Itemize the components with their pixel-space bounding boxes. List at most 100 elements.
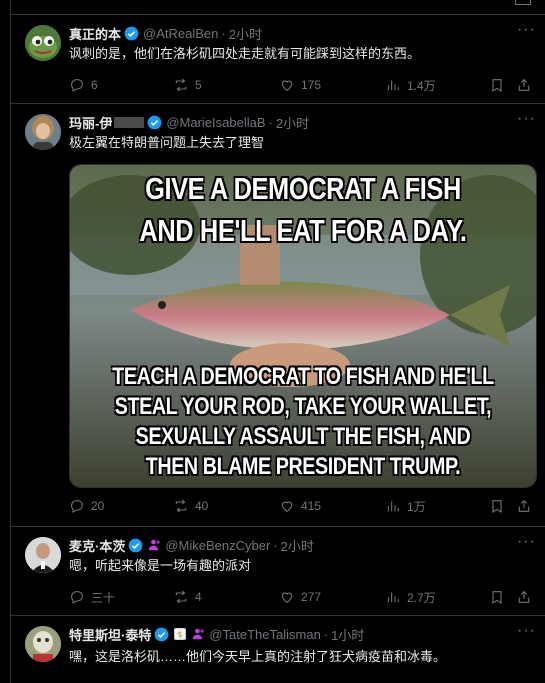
repost-button[interactable]: 40 <box>173 496 208 516</box>
repost-count: 5 <box>195 78 202 92</box>
post-text: 极左翼在特朗普问题上失去了理智 <box>69 135 265 150</box>
bookmark-button[interactable] <box>489 496 505 516</box>
post-header: 玛丽-伊 @MarieIsabellaB · 2小时 <box>69 113 310 132</box>
bookmark-icon <box>492 500 502 513</box>
views-count: 1.4万 <box>407 78 436 93</box>
timeline-column: 真正的本 @AtRealBen · 2小时 ··· 讽刺的是，他们在洛杉矶四处走… <box>10 0 545 683</box>
verified-badge-icon <box>124 26 139 40</box>
reply-count: 三十 <box>91 590 116 605</box>
avatar[interactable] <box>25 626 61 662</box>
reply-count: 6 <box>91 78 98 92</box>
meme-line-5: SEXUALLY ASSAULT THE FISH, AND <box>135 423 471 450</box>
post-1[interactable]: 真正的本 @AtRealBen · 2小时 ··· 讽刺的是，他们在洛杉矶四处走… <box>11 15 545 103</box>
display-name[interactable]: 真正的本 <box>69 24 121 43</box>
heart-icon <box>281 80 293 91</box>
handle[interactable]: @MarieIsabellaB <box>166 115 265 130</box>
handle[interactable]: @TateTheTalisman <box>209 627 320 642</box>
more-options-icon[interactable]: ··· <box>517 623 535 644</box>
timestamp[interactable]: 2小时 <box>281 536 314 555</box>
like-button[interactable]: 175 <box>279 75 321 95</box>
post-header: 真正的本 @AtRealBen · 2小时 <box>69 24 262 43</box>
post-text: 讽刺的是，他们在洛杉矶四处走走就有可能踩到这样的东西。 <box>69 46 421 61</box>
previous-post-actions <box>11 0 545 14</box>
reply-count: 20 <box>91 499 105 513</box>
post-header: 特里斯坦·泰特 $ @TateTheTalisman · 1小时 <box>69 625 365 644</box>
meme-line-1: GIVE A DEMOCRAT A FISH <box>145 171 461 206</box>
bookmark-icon <box>492 79 502 92</box>
verified-badge-icon <box>128 538 143 552</box>
bookmark-button[interactable] <box>489 75 505 95</box>
repost-icon <box>175 78 187 92</box>
avatar[interactable] <box>25 537 61 573</box>
timestamp[interactable]: 1小时 <box>331 625 364 644</box>
views-count: 1万 <box>407 499 426 514</box>
like-button[interactable]: 277 <box>279 587 321 607</box>
action-bar: 6 5 175 1.4万 <box>69 75 535 95</box>
avatar[interactable] <box>25 25 61 61</box>
heart-icon <box>281 592 293 603</box>
svg-text:$: $ <box>178 630 183 639</box>
bookmark-icon <box>492 591 502 604</box>
name-obscured <box>114 116 145 128</box>
reply-icon <box>71 591 83 604</box>
reply-button[interactable]: 20 <box>69 496 104 516</box>
timestamp[interactable]: 2小时 <box>229 24 262 43</box>
share-button[interactable] <box>516 75 532 95</box>
views-icon <box>387 501 399 512</box>
action-bar: 20 40 415 1万 <box>69 496 535 516</box>
share-button[interactable] <box>516 587 532 607</box>
like-button[interactable]: 415 <box>279 496 321 516</box>
action-bar: 三十 4 277 2.7万 <box>69 587 535 607</box>
post-text: 嗯，听起来像是一场有趣的派对 <box>69 558 252 573</box>
timestamp[interactable]: 2小时 <box>276 113 309 132</box>
repost-count: 40 <box>195 499 209 513</box>
affiliate-badge-icon <box>149 539 161 551</box>
views-count: 2.7万 <box>407 590 436 605</box>
post-2[interactable]: 玛丽-伊 @MarieIsabellaB · 2小时 ··· 极左翼在特朗普问题… <box>11 104 545 526</box>
meme-line-3: TEACH A DEMOCRAT TO FISH AND HE'LL <box>112 363 494 390</box>
repost-button[interactable]: 4 <box>173 587 202 607</box>
share-button[interactable] <box>516 496 532 516</box>
share-icon <box>518 78 530 91</box>
avatar[interactable] <box>25 114 61 150</box>
more-options-icon[interactable]: ··· <box>517 534 535 555</box>
more-options-icon[interactable]: ··· <box>517 111 535 132</box>
post-4[interactable]: 特里斯坦·泰特 $ @TateTheTalisman · 1小时 ··· 嘿，这… <box>11 616 545 683</box>
post-header: 麦克·本茨 @MikeBenzCyber · 2小时 <box>69 536 314 555</box>
post-3[interactable]: 麦克·本茨 @MikeBenzCyber · 2小时 ··· 嗯，听起来像是一场… <box>11 527 545 615</box>
views-button[interactable]: 1.4万 <box>385 75 436 95</box>
meme-line-4: STEAL YOUR ROD, TAKE YOUR WALLET, <box>114 393 492 420</box>
verified-badge-icon <box>154 627 169 641</box>
views-button[interactable]: 2.7万 <box>385 587 436 607</box>
display-name[interactable]: 麦克·本茨 <box>69 536 125 555</box>
reply-button[interactable]: 三十 <box>69 587 115 607</box>
heart-icon <box>281 501 293 512</box>
display-name[interactable]: 玛丽-伊 <box>69 113 112 132</box>
post-image[interactable]: GIVE A DEMOCRAT A FISH AND HE'LL EAT FOR… <box>69 164 537 488</box>
share-icon <box>518 499 530 512</box>
like-count: 277 <box>301 590 322 604</box>
share-icon <box>518 590 530 603</box>
repost-count: 4 <box>195 590 202 604</box>
more-options-icon[interactable]: ··· <box>517 22 535 43</box>
views-button[interactable]: 1万 <box>385 496 426 516</box>
repost-button[interactable]: 5 <box>173 75 202 95</box>
views-icon <box>387 592 399 603</box>
post-text: 嘿，这是洛杉矶……他们今天早上真的注射了狂犬病疫苗和冰毒。 <box>69 649 447 664</box>
verified-badge-icon <box>147 115 162 129</box>
reply-icon <box>71 500 83 513</box>
views-icon <box>387 80 399 91</box>
bookmark-button[interactable] <box>489 587 505 607</box>
reply-button[interactable]: 6 <box>69 75 98 95</box>
previous-share-icon[interactable] <box>515 0 531 5</box>
gold-emoji-badge-icon: $ <box>174 628 187 640</box>
repost-icon <box>175 499 187 513</box>
reply-icon <box>71 79 83 92</box>
display-name[interactable]: 特里斯坦·泰特 <box>69 625 151 644</box>
meme-line-6: THEN BLAME PRESIDENT TRUMP. <box>145 453 461 480</box>
repost-icon <box>175 590 187 604</box>
affiliate-badge-icon <box>193 628 205 640</box>
handle[interactable]: @AtRealBen <box>143 26 218 41</box>
like-count: 415 <box>301 499 322 513</box>
handle[interactable]: @MikeBenzCyber <box>165 538 270 553</box>
